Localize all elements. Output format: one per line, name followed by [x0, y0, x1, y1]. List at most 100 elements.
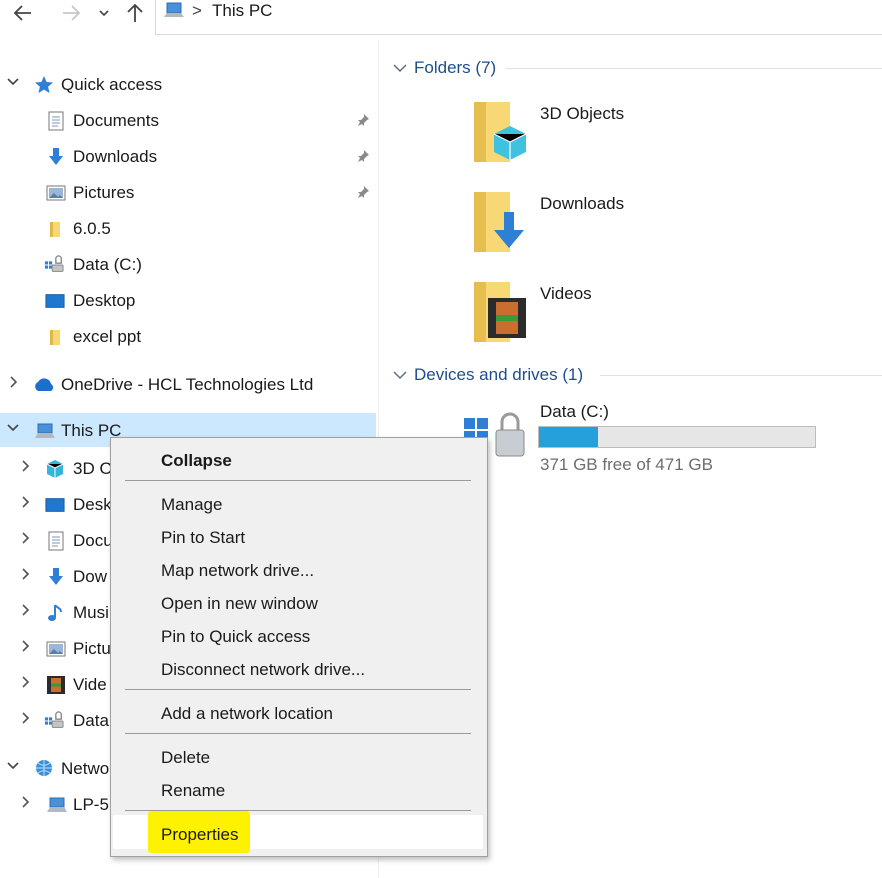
menu-item-open-new-window[interactable]: Open in new window	[161, 594, 318, 614]
section-title: Folders (7)	[414, 58, 497, 77]
desktop-icon	[45, 294, 65, 308]
pictures-icon	[46, 641, 66, 657]
chevron-expanded-icon[interactable]	[6, 75, 20, 91]
this-pc-icon	[35, 423, 55, 438]
pin-icon[interactable]	[356, 185, 370, 199]
menu-item-pin-to-start[interactable]: Pin to Start	[161, 528, 245, 548]
menu-item-pin-quick-access[interactable]: Pin to Quick access	[161, 627, 310, 647]
chevron-down-icon	[99, 10, 109, 17]
sidebar-item-label: Musi	[73, 603, 109, 622]
sidebar-item-folder-605[interactable]: 6.0.5	[0, 211, 376, 245]
sidebar-item-label: 3D O	[73, 459, 113, 478]
sidebar-item-excel-ppt[interactable]: excel ppt	[0, 319, 376, 353]
sidebar-item-label: Dow	[73, 567, 108, 586]
documents-icon	[48, 111, 64, 131]
star-icon	[35, 76, 53, 93]
chevron-right-icon[interactable]	[18, 639, 32, 655]
this-pc-icon	[164, 2, 184, 17]
sidebar-item-pictures[interactable]: Pictures	[0, 175, 376, 209]
chevron-down-icon	[393, 371, 407, 380]
forward-button[interactable]	[58, 0, 84, 26]
pin-icon[interactable]	[356, 149, 370, 163]
section-folders-header[interactable]: Folders (7)	[392, 56, 496, 80]
context-menu: Collapse Manage Pin to Start Map network…	[110, 437, 488, 857]
sidebar-item-label: Pictu	[73, 639, 111, 658]
drive-usage-bar	[538, 426, 816, 448]
sidebar-item-quick-access[interactable]: Quick access	[0, 67, 376, 101]
menu-item-collapse[interactable]: Collapse	[161, 451, 232, 471]
sidebar-item-downloads[interactable]: Downloads	[0, 139, 376, 173]
chevron-right-icon[interactable]	[18, 795, 32, 811]
menu-item-manage[interactable]: Manage	[161, 495, 222, 515]
sidebar-item-label: Vide	[73, 675, 107, 694]
downloads-icon	[49, 148, 63, 165]
chevron-right-icon[interactable]	[18, 567, 32, 583]
pin-icon[interactable]	[356, 113, 370, 127]
drive-name: Data (C:)	[540, 402, 609, 421]
chevron-down-icon	[393, 64, 407, 73]
sidebar-item-label: Docu	[73, 531, 113, 550]
folder-tile-videos[interactable]: Videos	[470, 278, 770, 354]
sidebar-item-label: excel ppt	[73, 327, 142, 346]
breadcrumb-this-pc[interactable]: This PC	[212, 1, 272, 21]
chevron-right-icon[interactable]	[18, 711, 32, 727]
sidebar-item-desktop[interactable]: Desktop	[0, 283, 376, 317]
drive-free-space: 371 GB free of 471 GB	[540, 455, 713, 474]
sidebar-item-onedrive[interactable]: OneDrive - HCL Technologies Ltd	[0, 367, 376, 401]
film-icon	[47, 676, 65, 694]
chevron-right-icon[interactable]	[6, 375, 20, 391]
documents-icon	[48, 531, 64, 551]
section-title: Devices and drives (1)	[414, 365, 584, 384]
arrow-left-icon	[13, 5, 31, 21]
up-button[interactable]	[124, 0, 146, 26]
menu-separator	[125, 689, 471, 690]
sidebar-item-data-drive[interactable]: Data (C:)	[0, 247, 376, 281]
chevron-right-icon[interactable]	[18, 495, 32, 511]
sidebar-item-label: LP-5	[73, 795, 109, 814]
folder-label: Downloads	[540, 194, 625, 213]
chevron-right-icon[interactable]	[18, 459, 32, 475]
menu-separator	[125, 733, 471, 734]
breadcrumb-separator: >	[192, 1, 202, 20]
drive-usage-fill	[539, 427, 598, 447]
folder-tile-3d-objects[interactable]: 3D Objects	[470, 98, 770, 174]
sidebar-item-label: Desk	[73, 495, 112, 514]
menu-item-disconnect-network-drive[interactable]: Disconnect network drive...	[161, 660, 365, 680]
menu-item-properties[interactable]: Properties	[161, 825, 238, 845]
menu-item-delete[interactable]: Delete	[161, 748, 210, 768]
menu-item-add-network-location[interactable]: Add a network location	[161, 704, 333, 724]
cloud-icon	[35, 378, 54, 391]
sidebar-item-label: Downloads	[73, 147, 158, 166]
folder-3d-objects-icon	[474, 102, 527, 162]
menu-separator	[125, 810, 471, 811]
computer-icon	[47, 797, 67, 812]
folder-icon	[50, 222, 60, 237]
folder-downloads-icon	[474, 192, 524, 252]
chevron-right-icon[interactable]	[18, 675, 32, 691]
drive-icon	[44, 711, 64, 728]
chevron-right-icon[interactable]	[18, 603, 32, 619]
folder-icon	[50, 330, 60, 345]
sidebar-item-label: Netwo	[61, 759, 110, 778]
desktop-icon	[45, 498, 65, 512]
menu-item-rename[interactable]: Rename	[161, 781, 225, 801]
chevron-right-icon[interactable]	[18, 531, 32, 547]
chevron-expanded-icon[interactable]	[6, 759, 20, 775]
sidebar-item-label: Data	[73, 711, 109, 730]
sidebar-item-documents[interactable]: Documents	[0, 103, 376, 137]
arrow-up-icon	[127, 3, 143, 22]
back-button[interactable]	[10, 0, 36, 26]
folder-tile-downloads[interactable]: Downloads	[470, 188, 770, 264]
sidebar-item-label: Desktop	[73, 291, 136, 310]
downloads-icon	[49, 568, 63, 585]
arrow-right-icon	[63, 5, 81, 21]
sidebar-item-label: Data (C:)	[73, 255, 142, 274]
chevron-expanded-icon[interactable]	[6, 421, 20, 437]
sidebar-item-label: Pictures	[73, 183, 135, 202]
folder-label: Videos	[540, 284, 592, 303]
menu-item-map-network-drive[interactable]: Map network drive...	[161, 561, 314, 581]
recent-locations-button[interactable]	[96, 0, 112, 26]
section-drives-header[interactable]: Devices and drives (1)	[392, 363, 583, 387]
sidebar-item-label: OneDrive - HCL Technologies Ltd	[61, 375, 314, 394]
network-icon	[36, 760, 52, 776]
